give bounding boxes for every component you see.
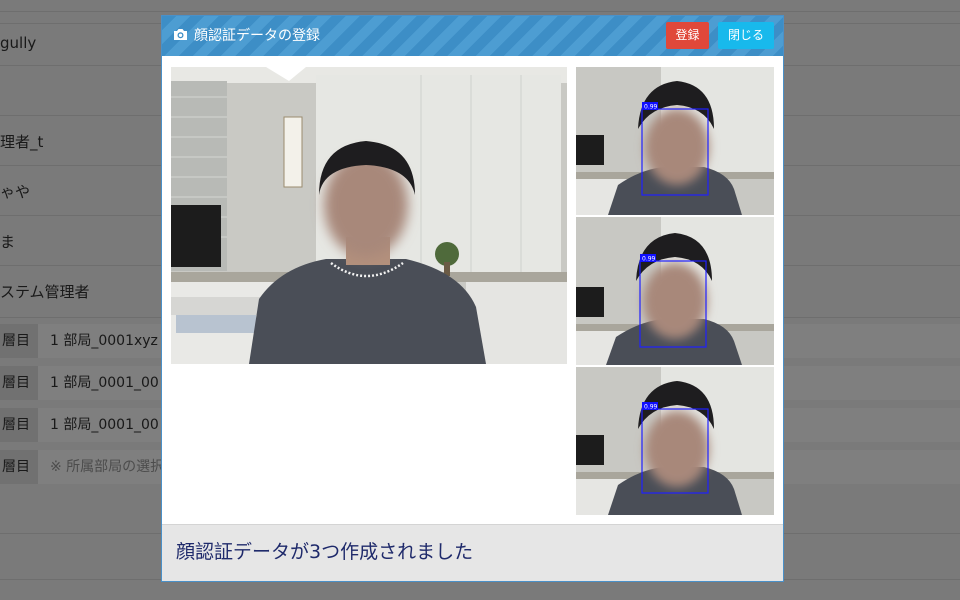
face-registration-modal: 顔認証データの登録 登録 閉じる 0.99 0.99 0.99 顔認証データが3… <box>161 15 784 582</box>
detection-thumbnail: 0.99 <box>576 217 774 365</box>
confidence-label: 0.99 <box>644 104 658 111</box>
detection-thumbnail: 0.99 <box>576 67 774 215</box>
modal-header: 顔認証データの登録 登録 閉じる <box>162 16 783 56</box>
detection-thumbnail: 0.99 <box>576 367 774 515</box>
confidence-label: 0.99 <box>642 256 656 263</box>
modal-title: 顔認証データの登録 <box>194 28 320 44</box>
status-message: 顔認証データが3つ作成されました <box>176 541 474 563</box>
camera-icon <box>174 29 187 40</box>
status-bar: 顔認証データが3つ作成されました <box>162 524 783 581</box>
close-button[interactable]: 閉じる <box>718 22 774 49</box>
confidence-label: 0.99 <box>644 404 658 411</box>
webcam-photo <box>171 67 567 364</box>
register-button[interactable]: 登録 <box>666 22 709 49</box>
